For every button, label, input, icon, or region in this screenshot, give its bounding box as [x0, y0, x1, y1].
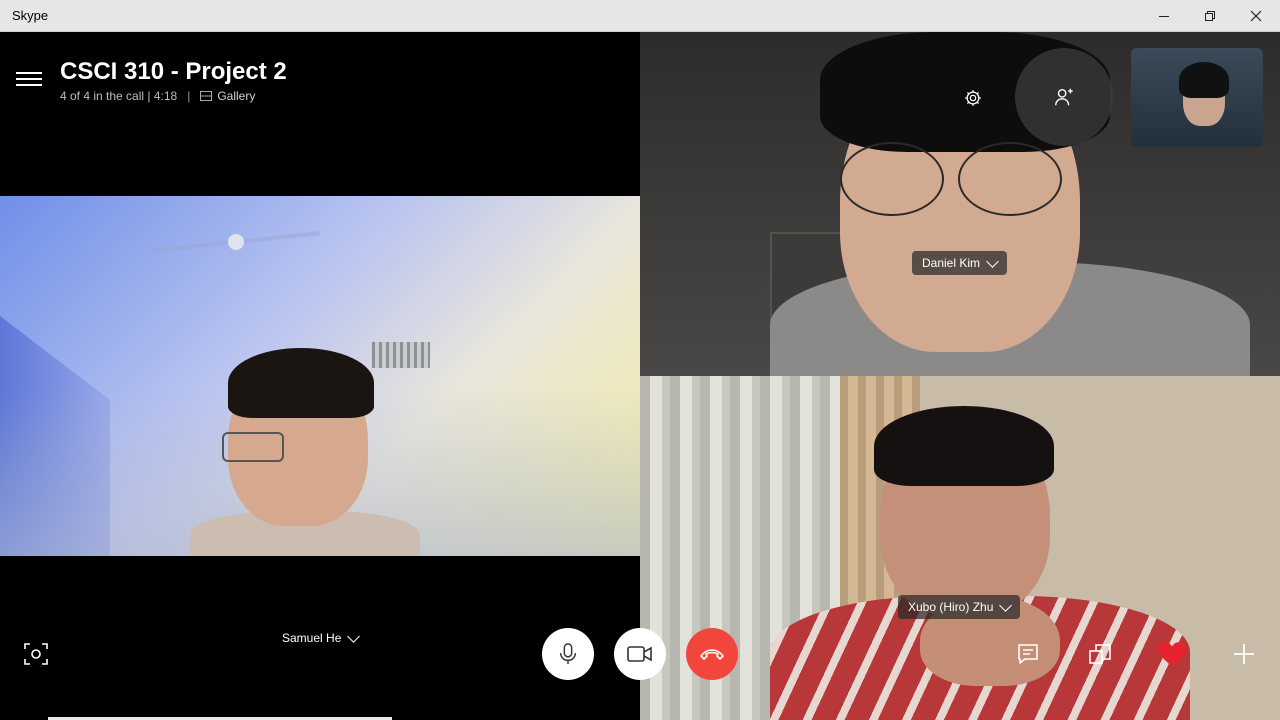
restore-button[interactable] — [1187, 0, 1233, 32]
more-button[interactable] — [1226, 636, 1262, 672]
add-person-icon — [1055, 88, 1073, 106]
gallery-label: Gallery — [217, 89, 256, 103]
participant-name-label: Samuel He — [282, 631, 342, 645]
air-vent — [372, 342, 430, 368]
participant-name-label: Xubo (Hiro) Zhu — [908, 600, 994, 614]
participant-hair — [228, 348, 374, 418]
microphone-button[interactable] — [542, 628, 594, 680]
left-pane: CSCI 310 - Project 2 4 of 4 in the call … — [0, 32, 640, 720]
react-button[interactable] — [1154, 636, 1190, 672]
minimize-icon — [1159, 16, 1169, 17]
minimize-button[interactable] — [1141, 0, 1187, 32]
close-button[interactable] — [1233, 0, 1279, 32]
status-separator: | — [187, 89, 191, 103]
switch-camera-button[interactable] — [1082, 636, 1118, 672]
menu-icon-bar — [16, 72, 42, 74]
plus-icon — [1234, 644, 1254, 664]
window-title: Skype — [12, 8, 49, 23]
call-status: 4 of 4 in the call | 4:18 — [60, 89, 178, 103]
glasses — [222, 432, 284, 462]
chat-icon — [1018, 644, 1038, 664]
glasses — [958, 142, 1062, 216]
participant-name-xubo[interactable]: Xubo (Hiro) Zhu — [898, 595, 1021, 619]
snapshot-icon — [24, 643, 48, 665]
add-people-button[interactable] — [1015, 48, 1113, 146]
call-status-row: 4 of 4 in the call | 4:18 | Gallery — [60, 89, 255, 103]
chat-button[interactable] — [1010, 636, 1046, 672]
participant-name-samuel[interactable]: Samuel He — [272, 626, 368, 650]
restore-icon — [1205, 11, 1215, 21]
glasses — [840, 142, 944, 216]
chevron-down-icon — [999, 598, 1013, 612]
participant-name-daniel[interactable]: Daniel Kim — [912, 251, 1008, 275]
self-view-preview[interactable] — [1131, 48, 1263, 147]
menu-button[interactable] — [16, 68, 42, 90]
window-titlebar: Skype — [0, 0, 1280, 32]
menu-icon-bar — [16, 78, 42, 80]
snapshot-button[interactable] — [18, 636, 54, 672]
call-title: CSCI 310 - Project 2 — [60, 58, 287, 85]
participant-hair — [874, 406, 1054, 486]
video-button[interactable] — [614, 628, 666, 680]
chevron-down-icon — [986, 254, 999, 268]
gear-icon — [965, 90, 981, 106]
call-header: CSCI 310 - Project 2 4 of 4 in the call … — [0, 32, 640, 192]
samuel-name-area: Samuel He — [0, 556, 640, 720]
microphone-icon — [559, 643, 577, 665]
settings-button[interactable] — [957, 82, 989, 114]
switch-camera-icon — [1089, 644, 1111, 664]
participant-name-label: Daniel Kim — [922, 256, 981, 270]
close-icon — [1250, 10, 1262, 22]
chevron-down-icon — [347, 629, 361, 643]
video-tile-samuel[interactable] — [0, 196, 640, 556]
video-camera-icon — [627, 646, 652, 662]
gallery-icon — [200, 91, 213, 101]
gallery-view-button[interactable]: Gallery — [200, 89, 255, 103]
call-stage: CSCI 310 - Project 2 4 of 4 in the call … — [0, 32, 1280, 720]
menu-icon-bar — [16, 84, 42, 86]
hang-up-icon — [700, 649, 724, 660]
heart-icon — [1158, 642, 1186, 666]
hang-up-button[interactable] — [686, 628, 738, 680]
ceiling-fan — [228, 234, 244, 250]
self-hair — [1179, 62, 1229, 98]
